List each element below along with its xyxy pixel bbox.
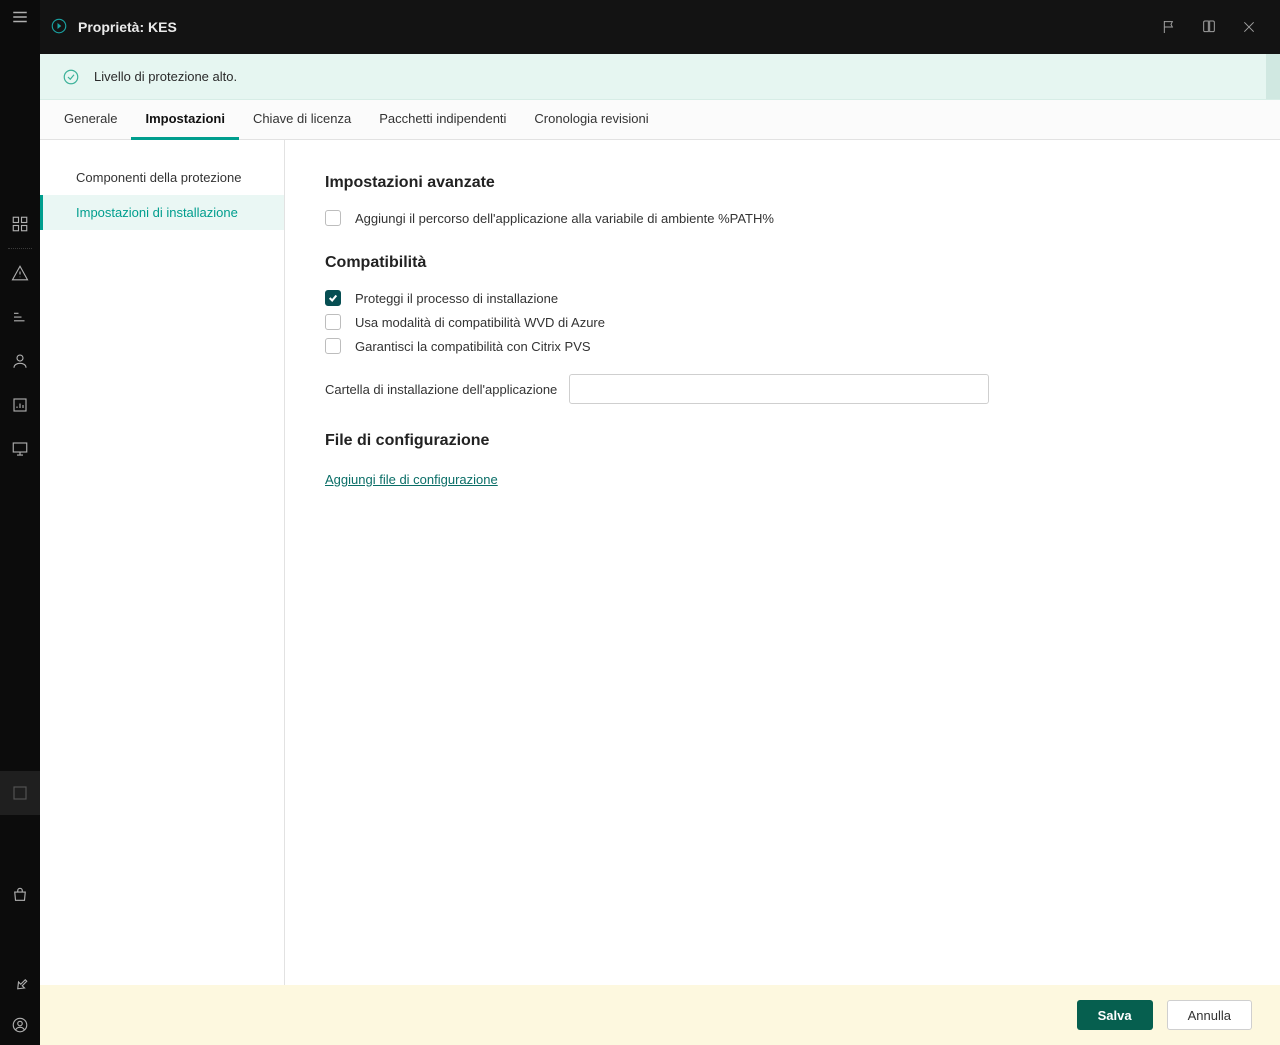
section-config-title: File di configurazione bbox=[325, 432, 1240, 450]
section-advanced-title: Impostazioni avanzate bbox=[325, 174, 1240, 192]
page-title: Proprietà: KES bbox=[78, 19, 177, 35]
tab-cronologia[interactable]: Cronologia revisioni bbox=[520, 100, 662, 140]
footer-bar: Salva Annulla bbox=[40, 985, 1280, 1045]
tabs-row: Generale Impostazioni Chiave di licenza … bbox=[40, 100, 1280, 140]
rail-devices-icon[interactable] bbox=[0, 295, 40, 339]
rail-monitor-icon[interactable] bbox=[0, 427, 40, 471]
rail-account-icon[interactable] bbox=[0, 1005, 40, 1045]
option-citrix-pvs[interactable]: Garantisci la compatibilità con Citrix P… bbox=[325, 338, 1240, 354]
status-text: Livello di protezione alto. bbox=[94, 69, 237, 84]
rail-store-icon[interactable] bbox=[0, 875, 40, 915]
option-protect-install[interactable]: Proteggi il processo di installazione bbox=[325, 290, 1240, 306]
panel-header: Proprietà: KES bbox=[40, 0, 1280, 54]
rail-reports-icon[interactable] bbox=[0, 383, 40, 427]
install-folder-label: Cartella di installazione dell'applicazi… bbox=[325, 382, 557, 397]
install-folder-input[interactable] bbox=[569, 374, 989, 404]
menu-toggle-button[interactable] bbox=[0, 0, 40, 34]
checkbox-protect-install[interactable] bbox=[325, 290, 341, 306]
arrow-circle-icon bbox=[50, 17, 68, 38]
cancel-button[interactable]: Annulla bbox=[1167, 1000, 1252, 1030]
book-icon[interactable] bbox=[1194, 19, 1224, 35]
checkbox-add-path[interactable] bbox=[325, 210, 341, 226]
rail-active-item[interactable] bbox=[0, 771, 40, 815]
option-add-path[interactable]: Aggiungi il percorso dell'applicazione a… bbox=[325, 210, 1240, 226]
rail-dashboard-icon[interactable] bbox=[0, 202, 40, 246]
checkbox-citrix-pvs[interactable] bbox=[325, 338, 341, 354]
add-config-file-link[interactable]: Aggiungi file di configurazione bbox=[325, 472, 498, 487]
option-label: Garantisci la compatibilità con Citrix P… bbox=[355, 339, 591, 354]
tab-generale[interactable]: Generale bbox=[50, 100, 131, 140]
flag-icon[interactable] bbox=[1154, 19, 1184, 35]
checkbox-azure-wvd[interactable] bbox=[325, 314, 341, 330]
rail-alert-icon[interactable] bbox=[0, 251, 40, 295]
status-strip: Livello di protezione alto. bbox=[40, 54, 1280, 100]
body: Componenti della protezione Impostazioni… bbox=[40, 140, 1280, 985]
status-scrollbar[interactable] bbox=[1266, 54, 1280, 99]
sidebar-item-installazione[interactable]: Impostazioni di installazione bbox=[40, 195, 284, 230]
sidebar-item-componenti[interactable]: Componenti della protezione bbox=[40, 160, 284, 195]
app-rail bbox=[0, 0, 40, 1045]
option-label: Usa modalità di compatibilità WVD di Azu… bbox=[355, 315, 605, 330]
settings-sidebar: Componenti della protezione Impostazioni… bbox=[40, 140, 285, 985]
tab-pacchetti[interactable]: Pacchetti indipendenti bbox=[365, 100, 520, 140]
save-button[interactable]: Salva bbox=[1077, 1000, 1153, 1030]
tab-impostazioni[interactable]: Impostazioni bbox=[131, 100, 238, 140]
tab-chiave-licenza[interactable]: Chiave di licenza bbox=[239, 100, 365, 140]
check-circle-icon bbox=[62, 68, 80, 86]
rail-users-icon[interactable] bbox=[0, 339, 40, 383]
option-azure-wvd[interactable]: Usa modalità di compatibilità WVD di Azu… bbox=[325, 314, 1240, 330]
option-label: Proteggi il processo di installazione bbox=[355, 291, 558, 306]
install-folder-row: Cartella di installazione dell'applicazi… bbox=[325, 374, 1240, 404]
rail-settings-icon[interactable] bbox=[0, 965, 40, 1005]
content-area: Impostazioni avanzate Aggiungi il percor… bbox=[285, 140, 1280, 985]
section-compat-title: Compatibilità bbox=[325, 254, 1240, 272]
main-panel: Proprietà: KES Livello di protezione alt… bbox=[40, 0, 1280, 1045]
close-icon[interactable] bbox=[1234, 19, 1264, 35]
option-label: Aggiungi il percorso dell'applicazione a… bbox=[355, 211, 774, 226]
